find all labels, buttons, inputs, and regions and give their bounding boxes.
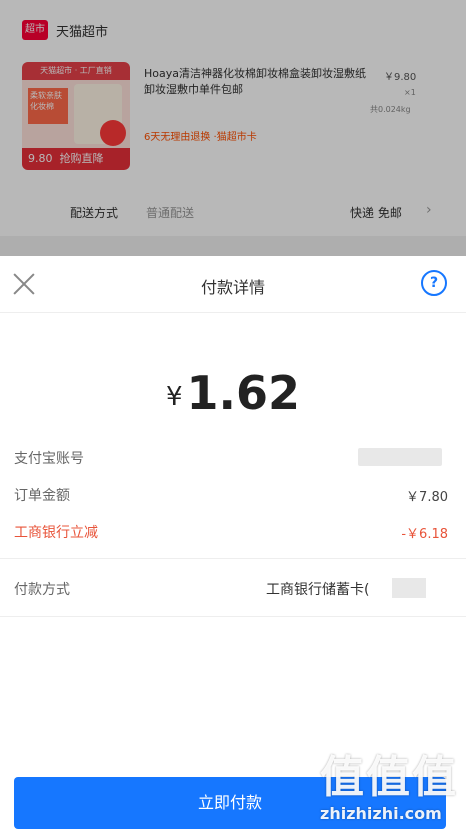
alipay-account-label: 支付宝账号 xyxy=(14,451,84,467)
payment-method-label: 付款方式 xyxy=(14,582,70,598)
watermark: 值值值 zhizhizhi.com xyxy=(320,752,466,828)
order-amount-row: 订单金额 ￥7.80 xyxy=(0,481,466,509)
watermark-logo: 值值值 xyxy=(320,752,458,803)
payment-method-value: 工商银行储蓄卡( xyxy=(266,582,370,598)
currency-symbol: ¥ xyxy=(165,382,183,412)
payment-method-row[interactable]: 付款方式 工商银行储蓄卡( xyxy=(0,560,466,617)
sheet-title: 付款详情 xyxy=(200,278,265,297)
bank-discount-value: -￥6.18 xyxy=(401,527,448,542)
alipay-account-row: 支付宝账号 xyxy=(0,444,466,472)
alipay-account-masked xyxy=(358,448,442,466)
order-amount-label: 订单金额 xyxy=(14,488,70,504)
sheet-header: 付款详情 ? xyxy=(0,256,466,313)
order-amount-value: ￥7.80 xyxy=(406,490,448,505)
card-number-masked xyxy=(392,578,426,598)
bank-discount-label: 工商银行立减 xyxy=(14,525,98,541)
divider xyxy=(0,558,466,559)
payment-sheet: 付款详情 ? ¥1.62 支付宝账号 订单金额 ￥7.80 工商银行立减 -￥6… xyxy=(0,256,466,832)
help-icon[interactable]: ? xyxy=(421,270,447,296)
amount-value: 1.62 xyxy=(186,366,301,420)
bank-discount-row: 工商银行立减 -￥6.18 xyxy=(0,518,466,546)
watermark-text: zhizhizhi.com xyxy=(320,804,442,823)
payment-amount: ¥1.62 xyxy=(0,366,466,420)
